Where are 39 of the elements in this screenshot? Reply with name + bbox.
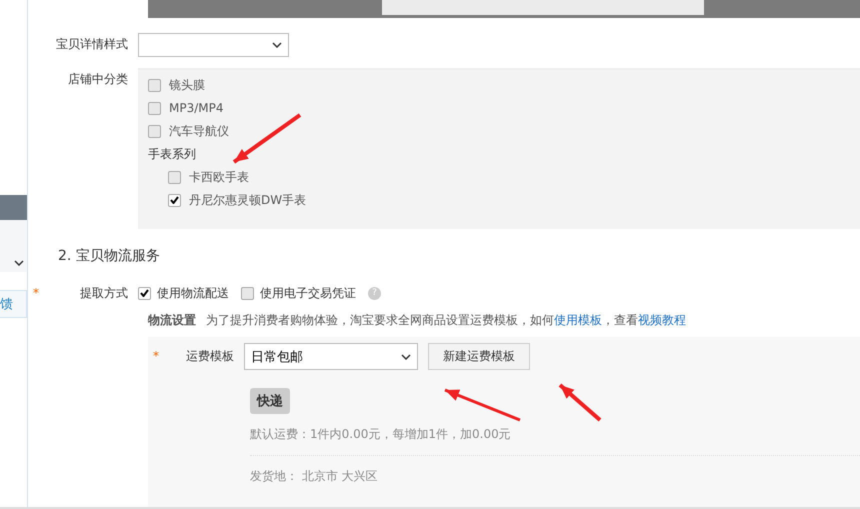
checkbox[interactable] <box>148 78 161 92</box>
option-label: 使用物流配送 <box>157 285 229 302</box>
required-mark: * <box>152 348 159 365</box>
note-text: ，查看 <box>602 312 638 329</box>
category-label: 镜头膜 <box>169 77 205 94</box>
field-label: 提取方式 <box>79 285 129 302</box>
category-label: 卡西欧手表 <box>189 169 249 186</box>
default-fee-text: 默认运费：1件内0.00元，每增加1件，加0.00元 <box>250 426 860 456</box>
category-label: 汽车导航仪 <box>169 123 229 140</box>
chevron-down-icon <box>401 354 411 360</box>
section-title: 2. 宝贝物流服务 <box>58 247 161 265</box>
category-group-label: 手表系列 <box>148 146 196 163</box>
annotation-arrow <box>232 113 302 164</box>
option-label: 使用电子交易凭证 <box>260 285 356 302</box>
checkbox[interactable] <box>168 170 181 184</box>
checkbox[interactable] <box>148 124 161 138</box>
origin-text: 发货地： 北京市 大兴区 <box>250 468 379 485</box>
field-label: 运费模板 <box>185 348 235 365</box>
checkbox[interactable] <box>148 102 161 114</box>
template-link[interactable]: 使用模板 <box>554 312 602 329</box>
note-text: 为了提升消费者购物体验，淘宝要求全网商品设置运费模板，如何 <box>206 312 554 329</box>
express-tag: 快递 <box>250 388 290 414</box>
feedback-tab[interactable]: 馈 <box>0 290 27 318</box>
detail-style-select[interactable] <box>138 33 289 57</box>
chevron-down-icon <box>14 260 24 266</box>
chevron-down-icon <box>272 42 282 48</box>
checkbox[interactable] <box>168 194 181 206</box>
required-mark: * <box>32 285 39 302</box>
note-title: 物流设置 <box>148 312 196 329</box>
checkbox[interactable] <box>138 286 151 300</box>
video-link[interactable]: 视频教程 <box>638 312 686 329</box>
field-label: 宝贝详情样式 <box>55 36 129 53</box>
field-label: 店铺中分类 <box>67 71 129 88</box>
new-template-button[interactable]: 新建运费模板 <box>428 343 530 370</box>
category-label: MP3/MP4 <box>169 100 224 117</box>
annotation-arrow <box>558 384 602 422</box>
freight-template-select[interactable]: 日常包邮 <box>244 343 418 370</box>
checkbox[interactable] <box>241 286 254 300</box>
category-label: 丹尼尔惠灵顿DW手表 <box>189 192 306 209</box>
